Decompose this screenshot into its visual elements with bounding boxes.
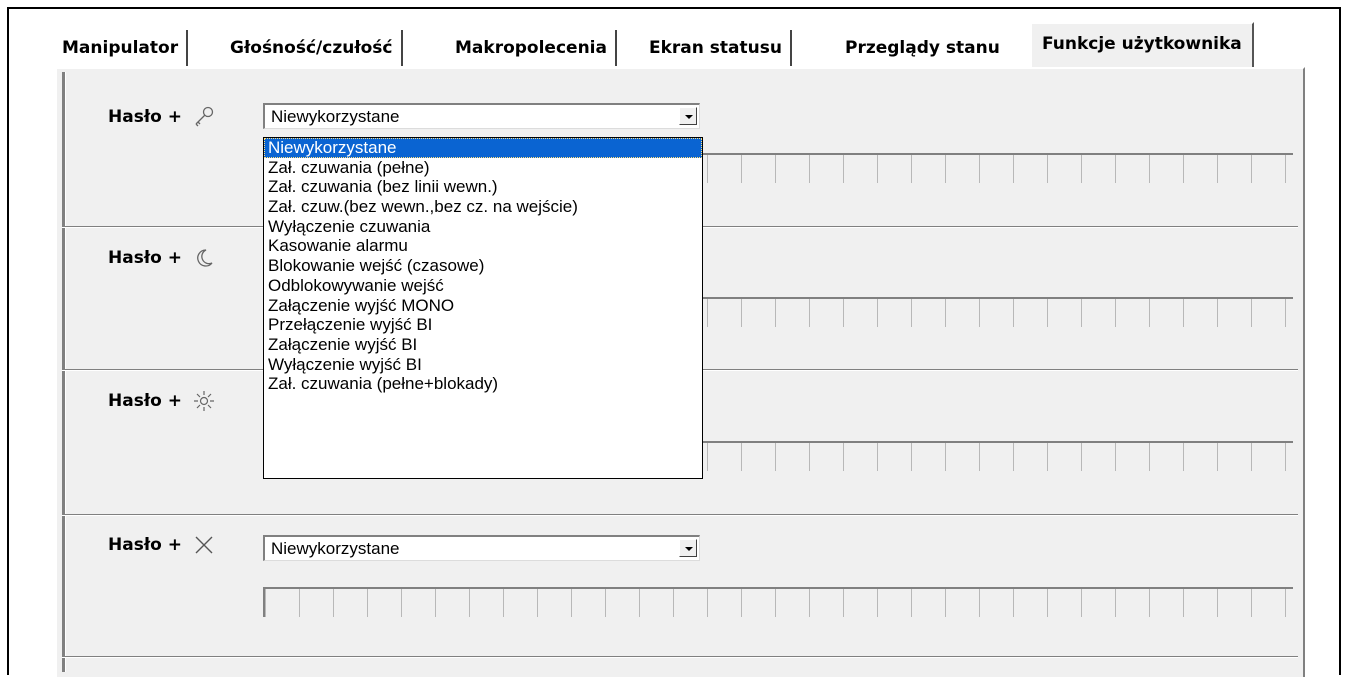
- dropdown-option[interactable]: Wyłączenie wyjść BI: [264, 355, 702, 375]
- function-select-key[interactable]: Niewykorzystane: [263, 103, 700, 129]
- function-dropdown-list[interactable]: Niewykorzystane Zał. czuwania (pełne) Za…: [263, 137, 703, 479]
- tab-strip: Manipulator Głośność/czułość Makropolece…: [40, 22, 1310, 68]
- tab-ekran-statusu[interactable]: Ekran statusu: [649, 30, 792, 66]
- dropdown-option[interactable]: Załączenie wyjść MONO: [264, 296, 702, 316]
- moon-icon: [197, 249, 213, 267]
- tab-makropolecenia[interactable]: Makropolecenia: [455, 30, 617, 66]
- dropdown-option[interactable]: Załączenie wyjść BI: [264, 335, 702, 355]
- dropdown-option[interactable]: Przełączenie wyjść BI: [264, 315, 702, 335]
- tab-przeglady-stanu[interactable]: Przeglądy stanu: [845, 30, 1000, 66]
- chevron-down-icon[interactable]: [679, 107, 697, 125]
- dropdown-option[interactable]: Niewykorzystane: [264, 138, 702, 158]
- x-icon: [195, 536, 213, 554]
- dropdown-option[interactable]: Blokowanie wejść (czasowe): [264, 256, 702, 276]
- divider: [62, 514, 1298, 516]
- function-select-x[interactable]: Niewykorzystane: [263, 535, 700, 561]
- group-border: [62, 72, 66, 672]
- dropdown-option[interactable]: Zał. czuwania (pełne): [264, 158, 702, 178]
- sun-icon: [193, 391, 214, 411]
- row-label-x: Hasło +: [108, 533, 216, 557]
- parameter-cells[interactable]: [263, 587, 1293, 617]
- row-label-moon: Hasło +: [108, 246, 216, 270]
- chevron-down-icon[interactable]: [679, 539, 697, 557]
- row-label-sun: Hasło +: [108, 389, 216, 413]
- dropdown-option[interactable]: Zał. czuw.(bez wewn.,bez cz. na wejście): [264, 197, 702, 217]
- tab-glosnosc-czulosc[interactable]: Głośność/czułość: [230, 30, 403, 66]
- dropdown-option[interactable]: Kasowanie alarmu: [264, 236, 702, 256]
- tab-funkcje-uzytkownika[interactable]: Funkcje użytkownika: [1030, 22, 1254, 68]
- tab-manipulator[interactable]: Manipulator: [62, 30, 189, 66]
- dropdown-option[interactable]: Odblokowywanie wejść: [264, 276, 702, 296]
- dropdown-option[interactable]: Zał. czuwania (bez linii wewn.): [264, 177, 702, 197]
- row-label-key: Hasło +: [108, 105, 216, 129]
- key-icon: [195, 106, 214, 127]
- divider: [62, 656, 1298, 658]
- dropdown-option[interactable]: Wyłączenie czuwania: [264, 217, 702, 237]
- dropdown-option[interactable]: Zał. czuwania (pełne+blokady): [264, 374, 702, 394]
